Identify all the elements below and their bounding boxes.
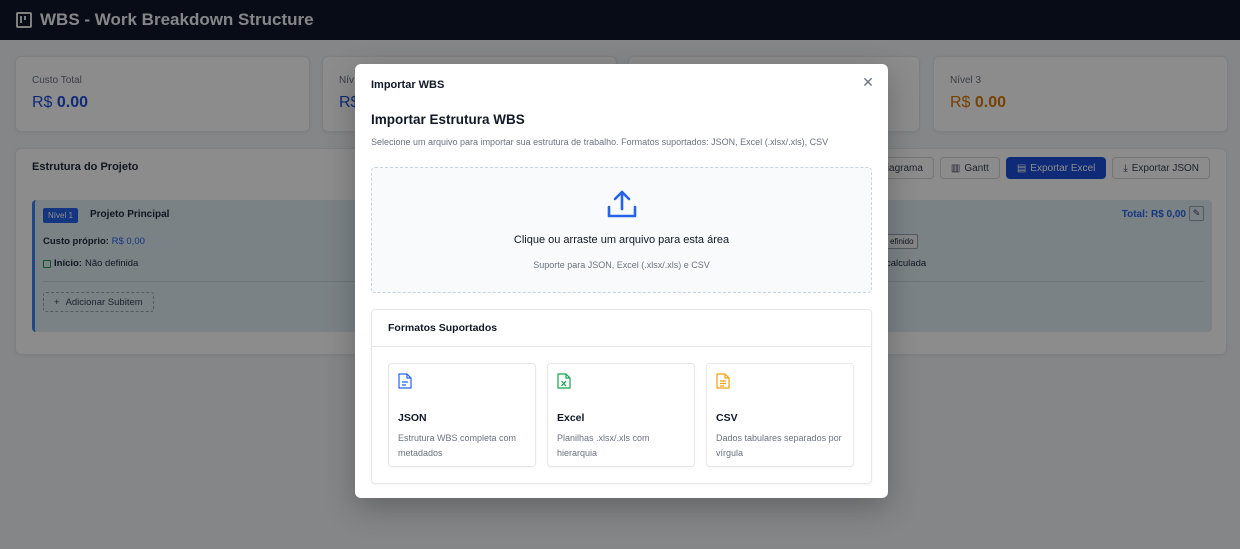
format-description: Planilhas .xlsx/.xls com hierarquia	[557, 433, 650, 458]
import-modal: Importar WBS ✕ Importar Estrutura WBS Se…	[355, 64, 888, 498]
modal-title: Importar WBS	[371, 79, 445, 91]
format-name: JSON	[398, 412, 427, 424]
formats-title: Formatos Suportados	[388, 322, 498, 334]
close-icon[interactable]: ✕	[860, 74, 876, 90]
format-card-csv: CSV Dados tabulares separados por vírgul…	[706, 363, 854, 467]
csv-file-icon	[716, 373, 730, 389]
file-dropzone[interactable]: Clique ou arraste um arquivo para esta á…	[371, 167, 872, 293]
format-card-json: JSON Estrutura WBS completa com metadado…	[388, 363, 536, 467]
excel-file-icon	[557, 373, 571, 389]
supported-formats-panel: Formatos Suportados JSON Estrutura WBS c…	[371, 309, 872, 484]
upload-icon	[607, 190, 637, 218]
format-card-excel: Excel Planilhas .xlsx/.xls com hierarqui…	[547, 363, 695, 467]
format-description: Estrutura WBS completa com metadados	[398, 433, 517, 458]
format-name: CSV	[716, 412, 738, 424]
format-name: Excel	[557, 412, 585, 424]
import-description: Selecione um arquivo para importar sua e…	[371, 137, 829, 147]
dropzone-text: Clique ou arraste um arquivo para esta á…	[513, 234, 730, 246]
formats-header: Formatos Suportados	[372, 310, 871, 347]
dropzone-subtext: Suporte para JSON, Excel (.xlsx/.xls) e …	[533, 260, 710, 270]
json-file-icon	[398, 373, 412, 389]
import-heading: Importar Estrutura WBS	[371, 112, 525, 127]
format-description: Dados tabulares separados por vírgula	[716, 433, 842, 458]
